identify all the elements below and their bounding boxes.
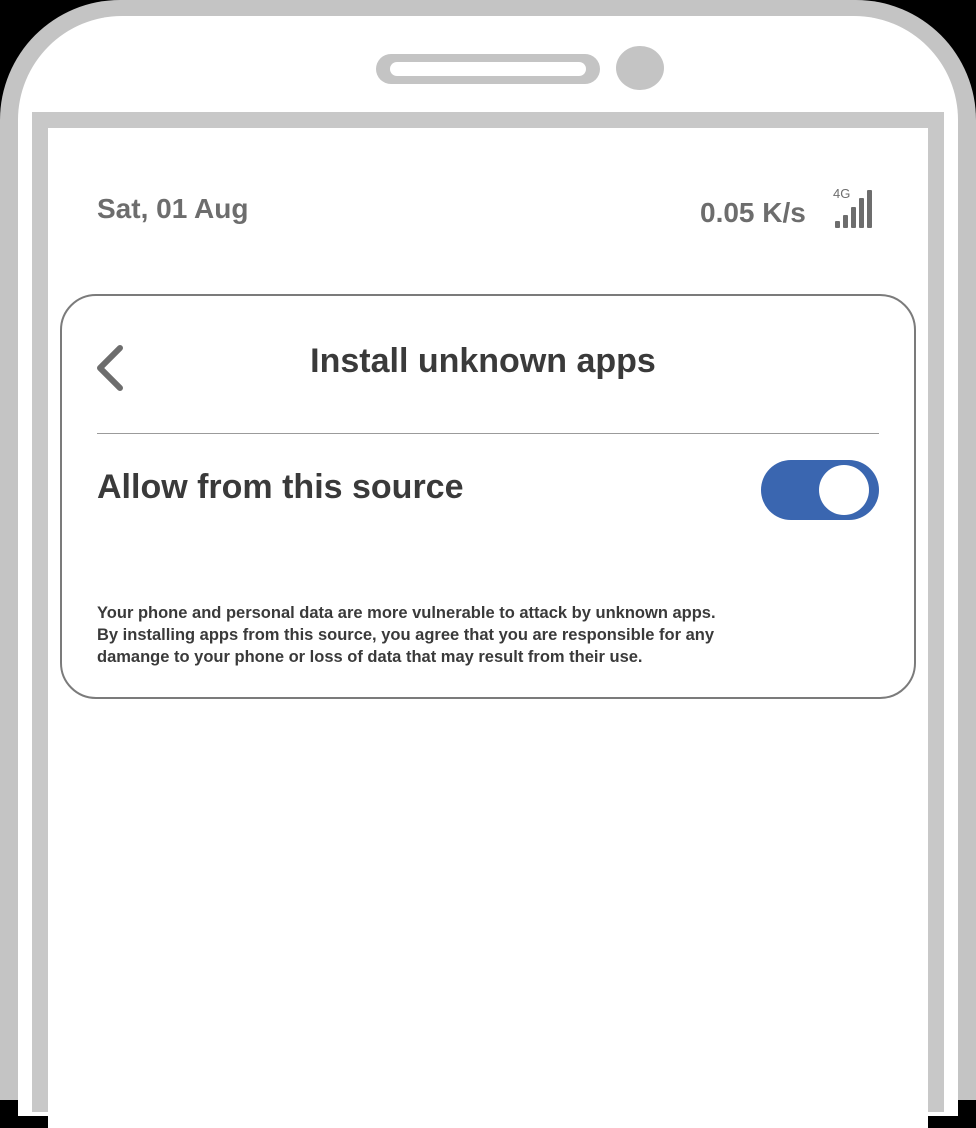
toggle-knob	[819, 465, 869, 515]
warning-line: Your phone and personal data are more vu…	[97, 604, 716, 622]
status-network-speed: 0.05 K/s	[700, 197, 806, 228]
allow-source-label: Allow from this source	[97, 468, 464, 506]
signal-bar	[867, 190, 872, 228]
divider	[97, 433, 879, 434]
signal-bar	[835, 221, 840, 228]
signal-bar	[843, 215, 848, 228]
warning-line: damange to your phone or loss of data th…	[97, 648, 643, 666]
chevron-left-icon	[97, 345, 123, 391]
signal-strength-icon: 4G	[833, 186, 875, 230]
back-button[interactable]	[92, 343, 132, 393]
security-warning-text: Your phone and personal data are more vu…	[97, 602, 877, 668]
front-camera	[616, 46, 664, 90]
page-title: Install unknown apps	[310, 342, 656, 380]
warning-line: By installing apps from this source, you…	[97, 626, 715, 644]
signal-bar	[851, 207, 856, 228]
status-date: Sat, 01 Aug	[97, 193, 249, 224]
signal-bar	[859, 198, 864, 228]
allow-source-toggle[interactable]	[761, 460, 879, 520]
phone-speaker	[376, 54, 600, 84]
network-type-label: 4G	[833, 186, 851, 201]
